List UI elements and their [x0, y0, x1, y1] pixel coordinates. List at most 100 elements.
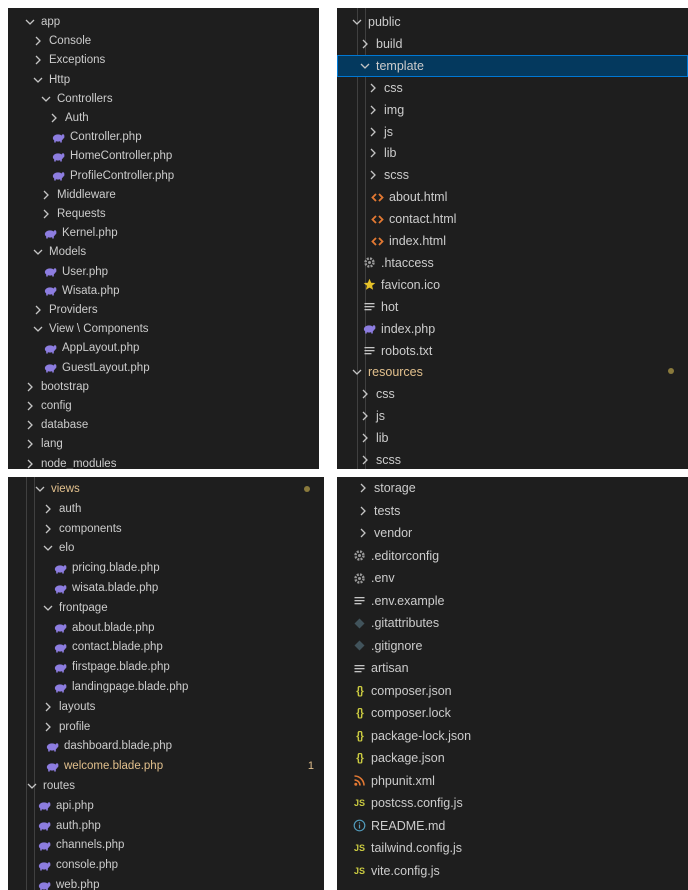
- chevron-right-icon[interactable]: [42, 701, 54, 713]
- tree-file-favicon-ico[interactable]: favicon.ico: [337, 274, 688, 296]
- chevron-right-icon[interactable]: [367, 169, 379, 181]
- tree-file-postcss-config-js[interactable]: JS postcss.config.js: [337, 792, 688, 814]
- tree-file-artisan[interactable]: artisan: [337, 657, 688, 679]
- tree-folder-resources[interactable]: resources: [337, 361, 688, 383]
- tree-folder-auth[interactable]: Auth: [8, 108, 319, 128]
- tree-file-about-html[interactable]: about.html: [337, 186, 688, 208]
- chevron-right-icon[interactable]: [32, 304, 44, 316]
- chevron-down-icon[interactable]: [42, 542, 54, 554]
- tree-folder-app[interactable]: app: [8, 12, 319, 32]
- tree-file-dashboard-blade-php[interactable]: dashboard.blade.php: [8, 736, 324, 756]
- tree-folder-js[interactable]: js: [337, 405, 688, 427]
- tree-file-auth-php[interactable]: auth.php: [8, 816, 324, 836]
- tree-folder-scss[interactable]: scss: [337, 164, 688, 186]
- tree-file-controller-php[interactable]: Controller.php: [8, 127, 319, 147]
- tree-file-contact-blade-php[interactable]: contact.blade.php: [8, 637, 324, 657]
- tree-folder-build[interactable]: build: [337, 33, 688, 55]
- tree-folder-js[interactable]: js: [337, 121, 688, 143]
- chevron-right-icon[interactable]: [40, 208, 52, 220]
- chevron-right-icon[interactable]: [357, 482, 369, 494]
- tree-folder-css[interactable]: css: [337, 383, 688, 405]
- chevron-down-icon[interactable]: [40, 93, 52, 105]
- tree-folder-routes[interactable]: routes: [8, 776, 324, 796]
- tree-folder-config[interactable]: config: [8, 396, 319, 416]
- tree-file-robots-txt[interactable]: robots.txt: [337, 340, 688, 362]
- tree-file-channels-php[interactable]: channels.php: [8, 835, 324, 855]
- tree-folder-lang[interactable]: lang: [8, 434, 319, 454]
- chevron-down-icon[interactable]: [32, 74, 44, 86]
- tree-folder-database[interactable]: database: [8, 415, 319, 435]
- tree-folder-scss[interactable]: scss: [337, 449, 688, 469]
- tree-folder-img[interactable]: img: [337, 99, 688, 121]
- chevron-right-icon[interactable]: [24, 381, 36, 393]
- tree-file-index-php[interactable]: index.php: [337, 318, 688, 340]
- tree-file-tailwind-config-js[interactable]: JS tailwind.config.js: [337, 837, 688, 859]
- tree-folder-bootstrap[interactable]: bootstrap: [8, 377, 319, 397]
- tree-file-package-json[interactable]: {} package.json: [337, 747, 688, 769]
- chevron-right-icon[interactable]: [359, 410, 371, 422]
- chevron-down-icon[interactable]: [351, 366, 363, 378]
- chevron-right-icon[interactable]: [357, 527, 369, 539]
- tree-folder-lib[interactable]: lib: [337, 427, 688, 449]
- tree-folder-middleware[interactable]: Middleware: [8, 185, 319, 205]
- chevron-right-icon[interactable]: [42, 523, 54, 535]
- chevron-right-icon[interactable]: [367, 147, 379, 159]
- tree-file-index-html[interactable]: index.html: [337, 230, 688, 252]
- tree-folder-public[interactable]: public: [337, 11, 688, 33]
- tree-file-vite-config-js[interactable]: JS vite.config.js: [337, 860, 688, 882]
- tree-folder-layouts[interactable]: layouts: [8, 697, 324, 717]
- tree-file-about-blade-php[interactable]: about.blade.php: [8, 618, 324, 638]
- chevron-right-icon[interactable]: [367, 104, 379, 116]
- tree-file-composer-json[interactable]: {} composer.json: [337, 680, 688, 702]
- tree-folder-vendor[interactable]: vendor: [337, 522, 688, 544]
- tree-file-applayout-php[interactable]: AppLayout.php: [8, 338, 319, 358]
- tree-file-landingpage-blade-php[interactable]: landingpage.blade.php: [8, 677, 324, 697]
- chevron-right-icon[interactable]: [24, 400, 36, 412]
- tree-file-firstpage-blade-php[interactable]: firstpage.blade.php: [8, 657, 324, 677]
- tree-file-env[interactable]: .env: [337, 567, 688, 589]
- tree-file-phpunit-xml[interactable]: phpunit.xml: [337, 770, 688, 792]
- tree-file-readme-md[interactable]: README.md: [337, 815, 688, 837]
- tree-file-contact-html[interactable]: contact.html: [337, 208, 688, 230]
- tree-folder-profile[interactable]: profile: [8, 717, 324, 737]
- tree-file-env-example[interactable]: .env.example: [337, 590, 688, 612]
- tree-file-wisata-php[interactable]: Wisata.php: [8, 281, 319, 301]
- chevron-right-icon[interactable]: [367, 82, 379, 94]
- chevron-right-icon[interactable]: [48, 112, 60, 124]
- chevron-right-icon[interactable]: [367, 126, 379, 138]
- chevron-right-icon[interactable]: [359, 454, 371, 466]
- chevron-right-icon[interactable]: [32, 35, 44, 47]
- tree-file-hot[interactable]: hot: [337, 296, 688, 318]
- tree-file-composer-lock[interactable]: {} composer.lock: [337, 702, 688, 724]
- chevron-right-icon[interactable]: [357, 505, 369, 517]
- tree-folder-controllers[interactable]: Controllers: [8, 89, 319, 109]
- chevron-down-icon[interactable]: [359, 60, 371, 72]
- tree-folder-lib[interactable]: lib: [337, 142, 688, 164]
- chevron-right-icon[interactable]: [24, 419, 36, 431]
- tree-file-pricing-blade-php[interactable]: pricing.blade.php: [8, 558, 324, 578]
- chevron-down-icon[interactable]: [351, 16, 363, 28]
- tree-folder-css[interactable]: css: [337, 77, 688, 99]
- tree-file-kernel-php[interactable]: Kernel.php: [8, 223, 319, 243]
- tree-folder-view-components[interactable]: View \ Components: [8, 319, 319, 339]
- tree-file-web-php[interactable]: web.php: [8, 875, 324, 890]
- tree-file-editorconfig[interactable]: .editorconfig: [337, 545, 688, 567]
- tree-folder-console[interactable]: Console: [8, 31, 319, 51]
- chevron-down-icon[interactable]: [32, 323, 44, 335]
- chevron-right-icon[interactable]: [42, 503, 54, 515]
- chevron-down-icon[interactable]: [42, 602, 54, 614]
- tree-file-wisata-blade-php[interactable]: wisata.blade.php: [8, 578, 324, 598]
- chevron-right-icon[interactable]: [359, 38, 371, 50]
- tree-folder-models[interactable]: Models: [8, 242, 319, 262]
- tree-folder-providers[interactable]: Providers: [8, 300, 319, 320]
- tree-file-profilecontroller-php[interactable]: ProfileController.php: [8, 166, 319, 186]
- tree-file-gitattributes[interactable]: .gitattributes: [337, 612, 688, 634]
- tree-folder-components[interactable]: components: [8, 519, 324, 539]
- tree-file-user-php[interactable]: User.php: [8, 262, 319, 282]
- chevron-right-icon[interactable]: [40, 189, 52, 201]
- tree-folder-template[interactable]: template: [337, 54, 688, 77]
- chevron-right-icon[interactable]: [32, 54, 44, 66]
- chevron-right-icon[interactable]: [359, 388, 371, 400]
- tree-folder-http[interactable]: Http: [8, 70, 319, 90]
- tree-file-guestlayout-php[interactable]: GuestLayout.php: [8, 358, 319, 378]
